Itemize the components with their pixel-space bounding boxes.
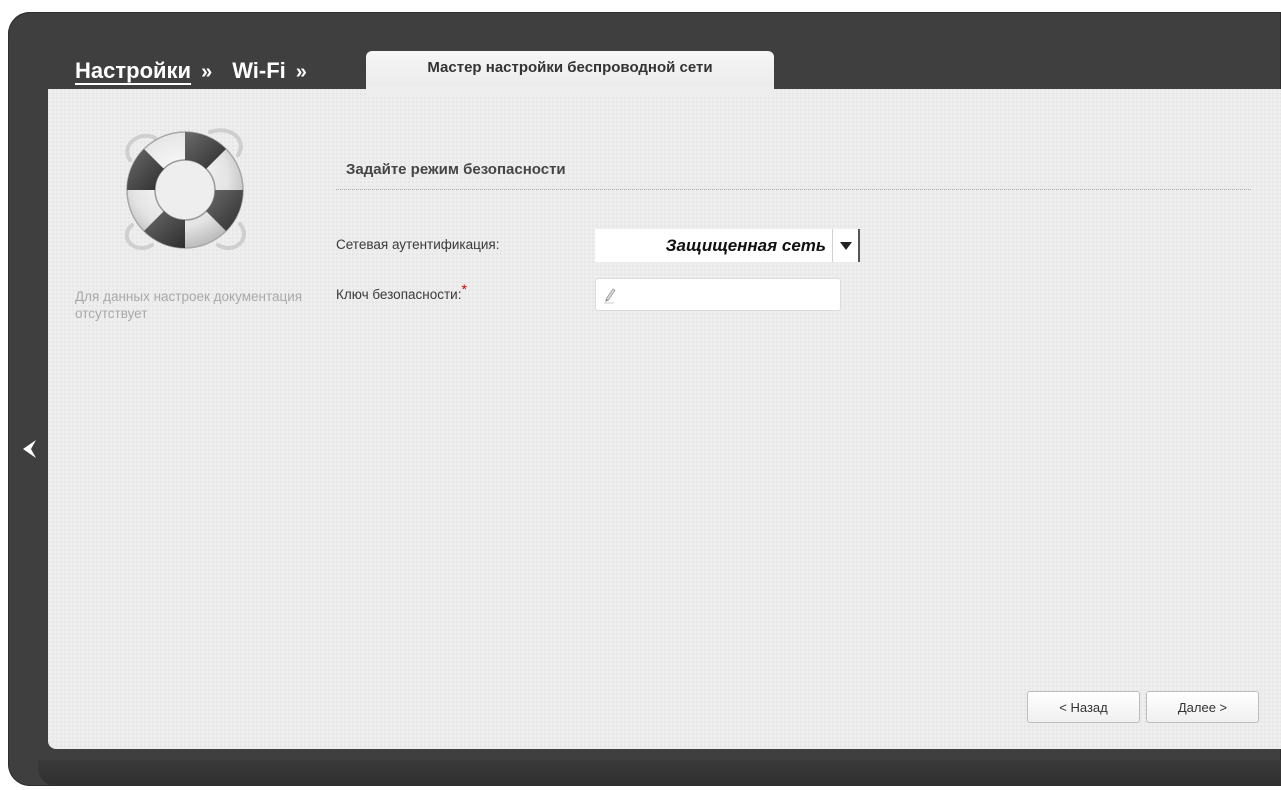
breadcrumb-separator: »: [295, 61, 307, 83]
breadcrumb-separator: »: [201, 61, 213, 83]
back-button[interactable]: < Назад: [1027, 691, 1140, 723]
help-text: Для данных настроек документация отсутст…: [75, 289, 303, 321]
lifebuoy-icon: [110, 120, 260, 260]
auth-select[interactable]: Защищенная сеть: [595, 229, 860, 262]
section-divider: [336, 189, 1251, 190]
pencil-icon: [602, 286, 618, 304]
breadcrumb-settings[interactable]: Настройки: [75, 58, 191, 84]
chevron-left-icon[interactable]: [20, 437, 40, 461]
security-key-input[interactable]: [620, 281, 834, 309]
auth-select-value: Защищенная сеть: [665, 235, 826, 255]
section-title: Задайте режим безопасности: [346, 161, 566, 178]
auth-label: Сетевая аутентификация:: [336, 237, 500, 252]
tab-join: [366, 86, 774, 96]
key-label: Ключ безопасности:*: [336, 281, 467, 302]
chevron-down-icon[interactable]: [832, 229, 860, 262]
required-mark: *: [461, 281, 467, 297]
security-key-field[interactable]: [595, 278, 841, 311]
breadcrumb: Настройки » Wi-Fi »: [75, 58, 307, 84]
breadcrumb-wifi[interactable]: Wi-Fi: [232, 58, 286, 84]
frame-bottom-shade: [38, 760, 1281, 786]
next-button[interactable]: Далее >: [1146, 691, 1259, 723]
key-label-text: Ключ безопасности:: [336, 287, 462, 302]
